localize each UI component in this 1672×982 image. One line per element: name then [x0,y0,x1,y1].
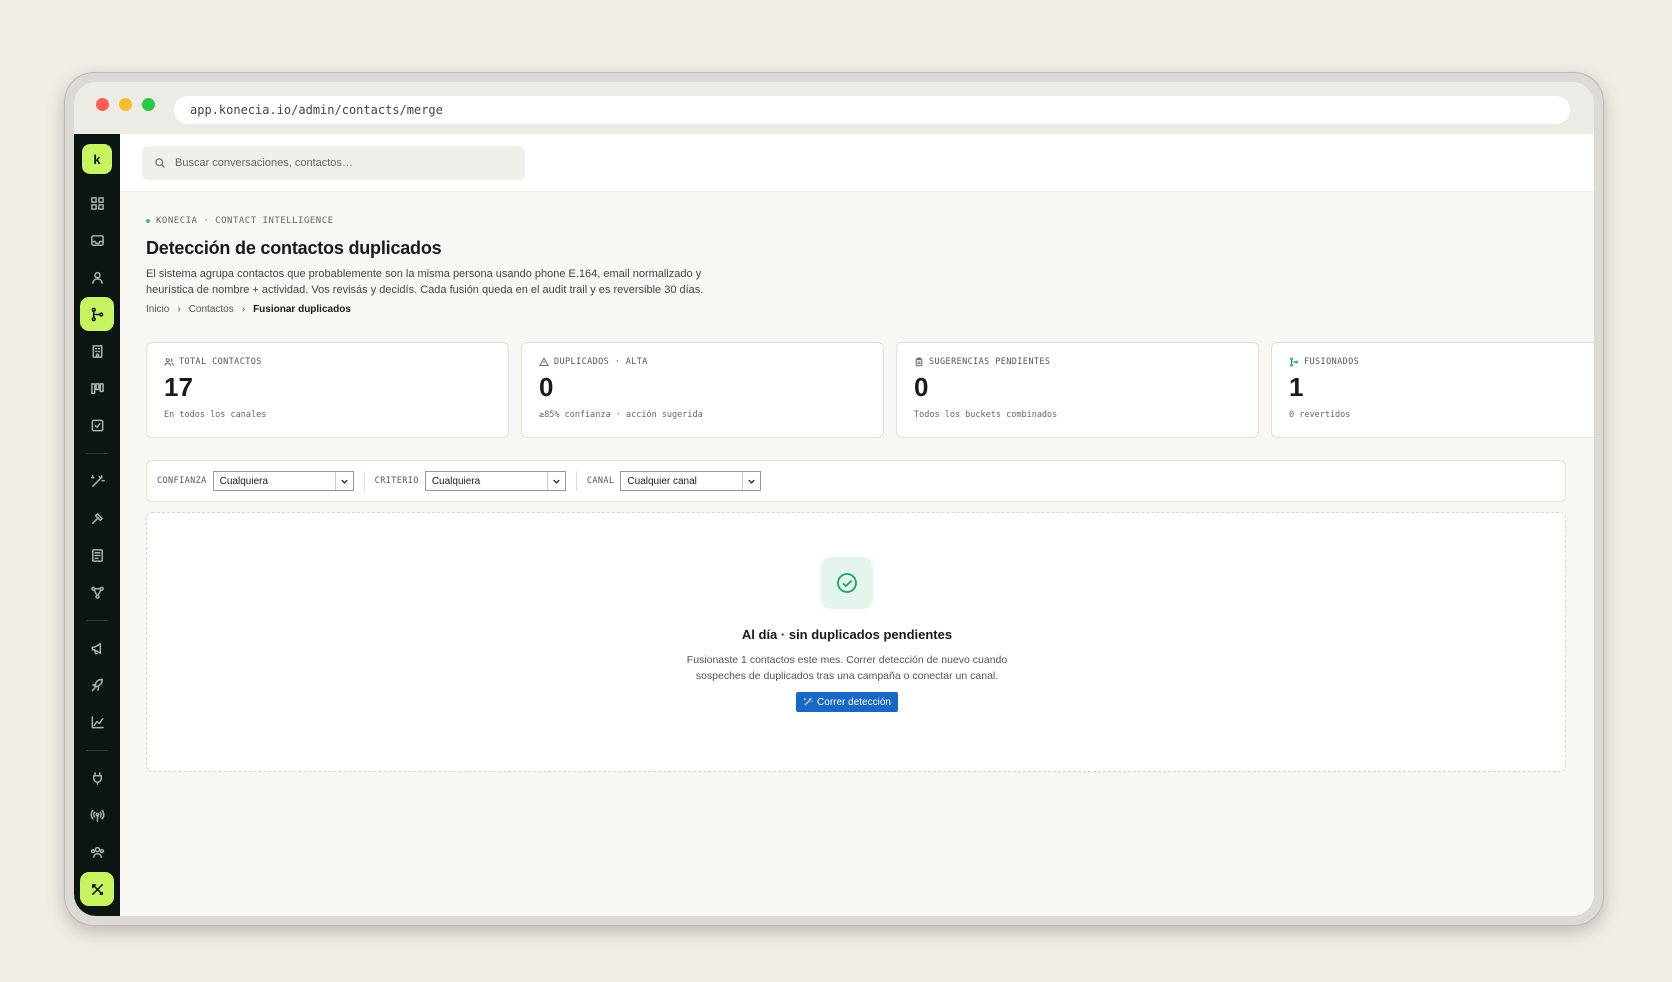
task-icon[interactable] [80,408,114,442]
merge-icon [1290,357,1298,367]
broadcast-icon[interactable] [80,798,114,832]
top-bar: Buscar conversaciones, contactos… [120,134,1594,192]
users-icon [164,358,174,366]
chevron-down-icon [334,472,353,490]
chevron-down-icon [742,472,760,490]
minimize-window-dot[interactable] [119,97,132,111]
app: k Buscar conversaciones, contactos… KONE… [74,134,1594,916]
notebook-icon[interactable] [80,538,114,572]
stat-caption: ≥85% confianza · acción sugerida [539,410,703,420]
stat-card-pending-suggestions: SUGERENCIAS PENDIENTES 0 Todos los bucke… [896,342,1259,438]
criteria-select[interactable]: Cualquiera [424,471,566,491]
warning-icon [539,357,549,366]
browser-window: app.konecia.io/admin/contacts/merge k Bu… [74,82,1594,916]
breadcrumb-home[interactable]: Inicio [146,304,169,315]
megaphone-icon[interactable] [80,631,114,665]
stat-value: 0 [539,372,554,402]
run-detection-button[interactable]: Correr detección [796,692,898,712]
chevron-down-icon [546,472,565,490]
inbox-icon[interactable] [80,223,114,257]
address-bar[interactable]: app.konecia.io/admin/contacts/merge [174,96,1570,124]
maximize-window-dot[interactable] [142,97,155,111]
stat-value: 1 [1289,372,1304,402]
wand-icon [804,698,813,706]
status-dot [146,219,150,223]
flow-icon[interactable] [80,575,114,609]
chart-icon[interactable] [80,705,114,739]
page-description: El sistema agrupa contactos que probable… [146,268,704,296]
breadcrumb-current: Fusionar duplicados [253,304,351,315]
page-content: KONECIA · CONTACT INTELLIGENCE Detección… [146,216,1594,772]
stat-value: 0 [914,372,929,402]
page-eyebrow: KONECIA · CONTACT INTELLIGENCE [146,216,1594,226]
check-circle-icon [821,557,873,609]
channel-select[interactable]: Cualquier canal [620,471,762,491]
confidence-select[interactable]: Cualquiera [212,471,354,491]
kanban-icon[interactable] [80,371,114,405]
user-icon[interactable] [80,260,114,294]
empty-state: Al día · sin duplicados pendientes Fusio… [146,512,1566,772]
wand-icon[interactable] [80,464,114,498]
stats-cards: TOTAL CONTACTOS 17 En todos los canales … [146,342,1594,438]
stat-card-total-contacts: TOTAL CONTACTOS 17 En todos los canales [146,342,509,438]
stat-card-merged: FUSIONADOS 1 0 revertidos [1271,342,1594,438]
chevron-right-icon: › [241,304,246,315]
building-icon[interactable] [80,334,114,368]
filter-label-criterio: CRITERIO [374,476,419,486]
filter-bar: CONFIANZA Cualquiera CRITERIO Cualquiera [146,460,1566,502]
search-placeholder: Buscar conversaciones, contactos… [175,156,353,169]
stat-caption: 0 revertidos [1289,410,1351,420]
hammer-icon[interactable] [80,501,114,535]
tools-icon[interactable] [80,872,114,906]
rail-divider [86,620,108,621]
clipboard-icon [915,357,923,367]
browser-chrome: app.konecia.io/admin/contacts/merge [74,82,1594,126]
page-title: Detección de contactos duplicados [146,238,442,258]
plug-icon[interactable] [80,761,114,795]
filter-divider [363,471,365,491]
stat-caption: En todos los canales [164,410,267,420]
stat-value: 17 [164,372,193,402]
merge-icon[interactable] [80,297,114,331]
browser-frame: app.konecia.io/admin/contacts/merge k Bu… [64,72,1604,926]
stat-caption: Todos los buckets combinados [914,410,1058,420]
filter-divider [575,471,577,491]
close-window-dot[interactable] [96,97,109,111]
filter-label-confianza: CONFIANZA [157,476,207,486]
empty-state-title: Al día · sin duplicados pendientes [741,627,953,642]
search-icon [155,157,165,168]
rail-divider [86,453,108,454]
filter-label-canal: CANAL [586,476,615,486]
grid-icon[interactable] [80,186,114,220]
url-text: app.konecia.io/admin/contacts/merge [190,103,443,117]
global-search-input[interactable]: Buscar conversaciones, contactos… [142,145,525,180]
empty-state-text: Fusionaste 1 contactos este mes. Correr … [686,654,1008,682]
team-icon[interactable] [80,835,114,869]
rocket-icon[interactable] [80,668,114,702]
main-content: Buscar conversaciones, contactos… KONECI… [120,134,1594,916]
sidebar-rail: k [74,134,120,916]
breadcrumb-contacts[interactable]: Contactos [189,304,234,315]
stat-card-duplicates-high: DUPLICADOS · ALTA 0 ≥85% confianza · acc… [521,342,884,438]
breadcrumb: Inicio › Contactos › Fusionar duplicados [146,304,1594,315]
app-logo[interactable]: k [82,144,112,174]
chevron-right-icon: › [177,304,181,315]
rail-divider [86,750,108,751]
